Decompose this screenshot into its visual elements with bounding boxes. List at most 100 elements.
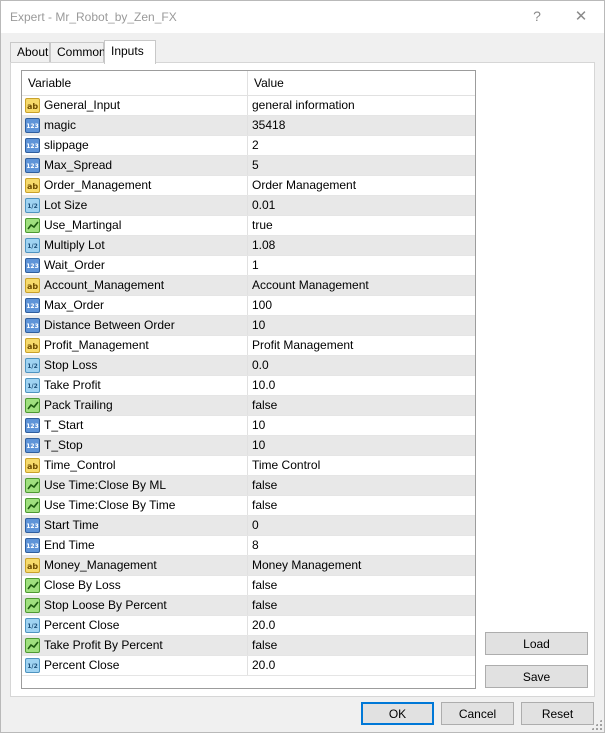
load-button[interactable]: Load	[485, 632, 588, 655]
table-row[interactable]: 123 magic 35418	[22, 116, 475, 136]
value-cell[interactable]: 100	[248, 296, 475, 315]
table-row[interactable]: Pack Trailing false	[22, 396, 475, 416]
value-cell[interactable]: 0	[248, 516, 475, 535]
variable-cell: 123 Wait_Order	[22, 256, 248, 275]
integer-type-icon: 123	[25, 158, 40, 173]
value-cell[interactable]: Profit Management	[248, 336, 475, 355]
value-cell[interactable]: 8	[248, 536, 475, 555]
variable-cell: ab Money_Management	[22, 556, 248, 575]
value-cell[interactable]: 10.0	[248, 376, 475, 395]
value-cell[interactable]: Order Management	[248, 176, 475, 195]
table-row[interactable]: Close By Loss false	[22, 576, 475, 596]
table-row[interactable]: 123 Max_Order 100	[22, 296, 475, 316]
value-cell[interactable]: 10	[248, 436, 475, 455]
table-row[interactable]: ab Money_Management Money Management	[22, 556, 475, 576]
value-cell[interactable]: false	[248, 496, 475, 515]
integer-type-icon: 123	[25, 418, 40, 433]
title-bar[interactable]: Expert - Mr_Robot_by_Zen_FX ? ✕	[1, 1, 604, 33]
value-cell[interactable]: 10	[248, 416, 475, 435]
value-cell[interactable]: false	[248, 636, 475, 655]
tab-inputs[interactable]: Inputs	[104, 40, 156, 64]
table-row[interactable]: Use Time:Close By Time false	[22, 496, 475, 516]
table-row[interactable]: 123 slippage 2	[22, 136, 475, 156]
value-cell[interactable]: 35418	[248, 116, 475, 135]
variable-name: magic	[44, 118, 77, 132]
variable-name: Use_Martingal	[44, 218, 122, 232]
variable-cell: Use Time:Close By ML	[22, 476, 248, 495]
variable-cell: Use_Martingal	[22, 216, 248, 235]
value-cell[interactable]: 2	[248, 136, 475, 155]
boolean-type-icon	[25, 398, 40, 413]
table-row[interactable]: 123 T_Stop 10	[22, 436, 475, 456]
save-button[interactable]: Save	[485, 665, 588, 688]
value-cell[interactable]: false	[248, 396, 475, 415]
double-type-icon: 1/2	[25, 198, 40, 213]
tab-about[interactable]: About	[10, 42, 50, 62]
table-row[interactable]: 123 Wait_Order 1	[22, 256, 475, 276]
table-row[interactable]: ab Profit_Management Profit Management	[22, 336, 475, 356]
variable-name: Pack Trailing	[44, 398, 113, 412]
table-row[interactable]: 123 Max_Spread 5	[22, 156, 475, 176]
variable-name: Stop Loose By Percent	[44, 598, 167, 612]
variable-name: Lot Size	[44, 198, 88, 212]
variable-name: Percent Close	[44, 618, 120, 632]
column-header-variable[interactable]: Variable	[22, 71, 248, 96]
reset-button[interactable]: Reset	[521, 702, 594, 725]
variable-cell: ab Profit_Management	[22, 336, 248, 355]
table-row[interactable]: ab Order_Management Order Management	[22, 176, 475, 196]
value-cell[interactable]: 1	[248, 256, 475, 275]
variable-name: Percent Close	[44, 658, 120, 672]
ok-button[interactable]: OK	[361, 702, 434, 725]
table-row[interactable]: 1/2 Take Profit 10.0	[22, 376, 475, 396]
value-cell[interactable]: 20.0	[248, 656, 475, 675]
tab-common[interactable]: Common	[50, 42, 106, 62]
value-cell[interactable]: 0.01	[248, 196, 475, 215]
table-row[interactable]: 1/2 Percent Close 20.0	[22, 616, 475, 636]
variable-cell: 123 End Time	[22, 536, 248, 555]
table-row[interactable]: 1/2 Stop Loss 0.0	[22, 356, 475, 376]
table-row[interactable]: Use Time:Close By ML false	[22, 476, 475, 496]
value-cell[interactable]: 1.08	[248, 236, 475, 255]
variable-name: Take Profit By Percent	[44, 638, 163, 652]
value-cell[interactable]: true	[248, 216, 475, 235]
table-row[interactable]: 123 Start Time 0	[22, 516, 475, 536]
table-row[interactable]: 123 End Time 8	[22, 536, 475, 556]
variable-cell: 1/2 Percent Close	[22, 616, 248, 635]
expert-dialog: Expert - Mr_Robot_by_Zen_FX ? ✕ About Co…	[0, 0, 605, 733]
value-cell[interactable]: 5	[248, 156, 475, 175]
variable-name: Max_Order	[44, 298, 105, 312]
value-cell[interactable]: false	[248, 476, 475, 495]
table-row[interactable]: Use_Martingal true	[22, 216, 475, 236]
value-cell[interactable]: 10	[248, 316, 475, 335]
variable-name: End Time	[44, 538, 95, 552]
value-cell[interactable]: false	[248, 596, 475, 615]
variable-name: Use Time:Close By ML	[44, 478, 167, 492]
table-row[interactable]: ab General_Input general information	[22, 96, 475, 116]
variable-cell: 123 T_Stop	[22, 436, 248, 455]
table-row[interactable]: Take Profit By Percent false	[22, 636, 475, 656]
table-row[interactable]: 1/2 Percent Close 20.0	[22, 656, 475, 676]
table-row[interactable]: 123 T_Start 10	[22, 416, 475, 436]
table-row[interactable]: 1/2 Lot Size 0.01	[22, 196, 475, 216]
cancel-button[interactable]: Cancel	[441, 702, 514, 725]
value-cell[interactable]: 0.0	[248, 356, 475, 375]
table-row[interactable]: ab Time_Control Time Control	[22, 456, 475, 476]
boolean-type-icon	[25, 218, 40, 233]
help-icon[interactable]: ?	[515, 1, 559, 31]
table-row[interactable]: Stop Loose By Percent false	[22, 596, 475, 616]
column-header-value[interactable]: Value	[248, 71, 475, 96]
close-icon[interactable]: ✕	[559, 1, 603, 31]
table-row[interactable]: 123 Distance Between Order 10	[22, 316, 475, 336]
value-cell[interactable]: 20.0	[248, 616, 475, 635]
value-cell[interactable]: Account Management	[248, 276, 475, 295]
value-cell[interactable]: false	[248, 576, 475, 595]
variable-name: slippage	[44, 138, 89, 152]
inputs-table: Variable Value ab General_Input general in…	[21, 70, 476, 689]
value-cell[interactable]: Time Control	[248, 456, 475, 475]
value-cell[interactable]: Money Management	[248, 556, 475, 575]
variable-name: Profit_Management	[44, 338, 149, 352]
table-row[interactable]: 1/2 Multiply Lot 1.08	[22, 236, 475, 256]
value-cell[interactable]: general information	[248, 96, 475, 115]
table-header: Variable Value	[22, 71, 475, 96]
table-row[interactable]: ab Account_Management Account Management	[22, 276, 475, 296]
